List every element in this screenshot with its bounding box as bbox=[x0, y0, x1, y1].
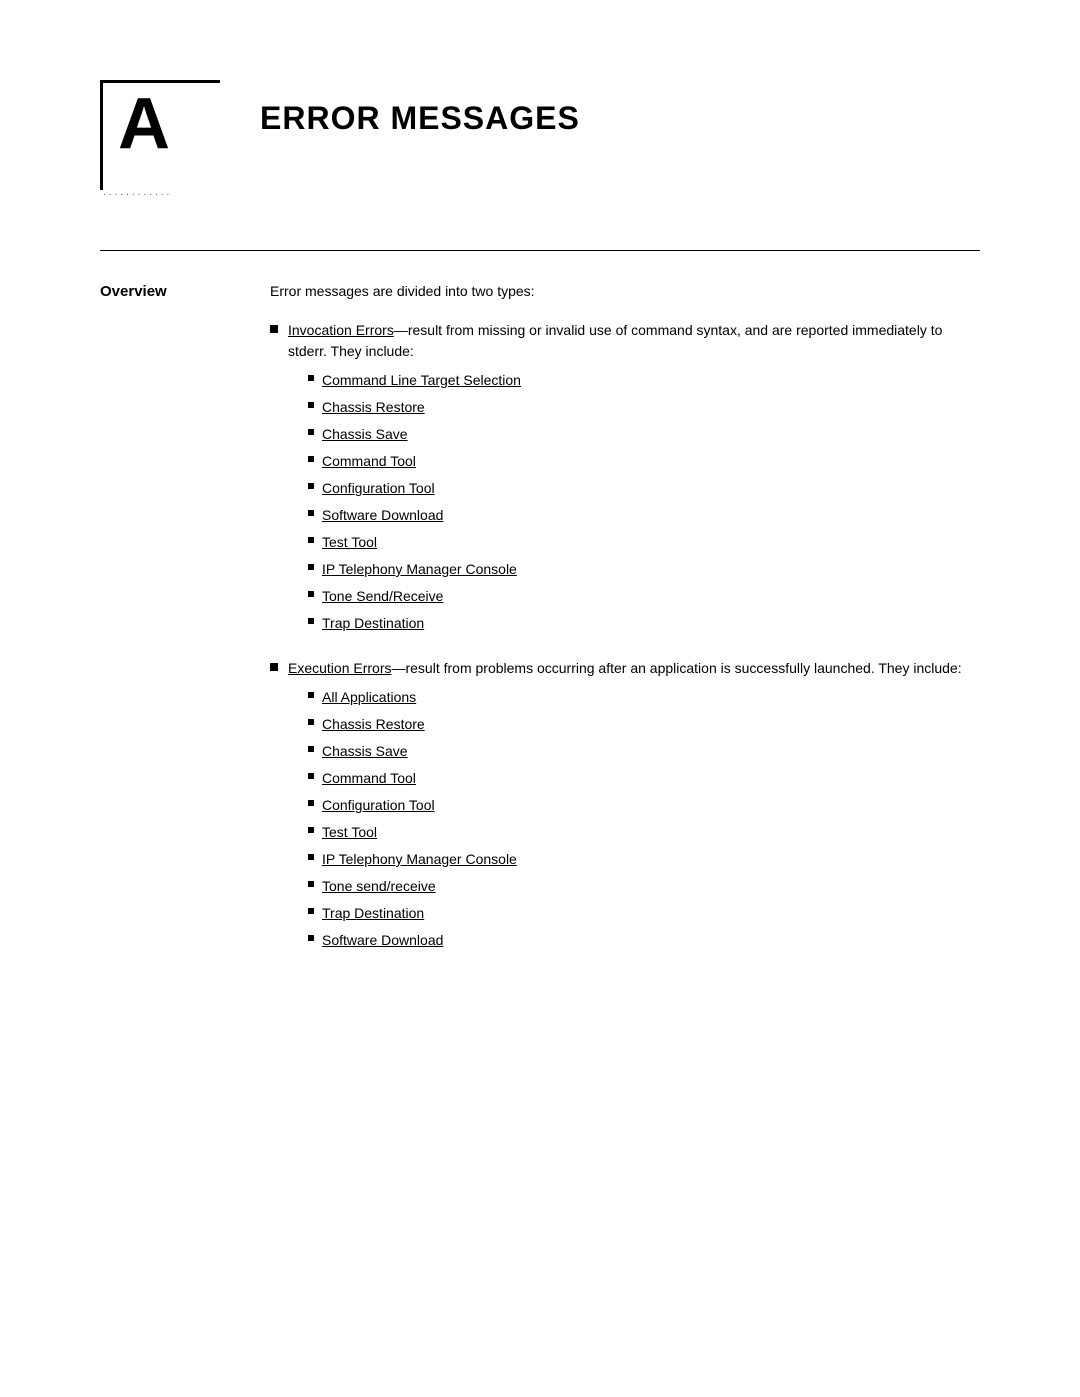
sub-bullet-icon bbox=[308, 800, 314, 806]
chapter-title-block: Error Messages bbox=[260, 80, 580, 137]
invocation-link-4[interactable]: Command Tool bbox=[322, 453, 416, 469]
sub-bullet-icon bbox=[308, 429, 314, 435]
list-item: Command Tool bbox=[308, 451, 980, 472]
execution-link-9[interactable]: Trap Destination bbox=[322, 905, 424, 921]
overview-label: Overview bbox=[100, 283, 167, 300]
invocation-link-9[interactable]: Tone Send/Receive bbox=[322, 588, 443, 604]
execution-content: Execution Errors—result from problems oc… bbox=[288, 658, 980, 959]
sub-bullet-icon bbox=[308, 719, 314, 725]
page: A ............ Error Messages Overview E… bbox=[0, 0, 1080, 1397]
invocation-link-3[interactable]: Chassis Save bbox=[322, 426, 408, 442]
bullet-icon-1 bbox=[270, 325, 278, 333]
sub-bullet-icon bbox=[308, 456, 314, 462]
list-item: IP Telephony Manager Console bbox=[308, 849, 980, 870]
sub-bullet-icon bbox=[308, 908, 314, 914]
execution-errors-link[interactable]: Execution Errors bbox=[288, 660, 391, 676]
invocation-content: Invocation Errors—result from missing or… bbox=[288, 320, 980, 642]
list-item: Tone send/receive bbox=[308, 876, 980, 897]
sub-bullet-icon bbox=[308, 692, 314, 698]
list-item: IP Telephony Manager Console bbox=[308, 559, 980, 580]
execution-sublist: All Applications Chassis Restore Chassis… bbox=[308, 687, 980, 951]
execution-link-7[interactable]: IP Telephony Manager Console bbox=[322, 851, 517, 867]
sub-bullet-icon bbox=[308, 564, 314, 570]
right-column: Error messages are divided into two type… bbox=[270, 281, 980, 971]
list-item: Configuration Tool bbox=[308, 795, 980, 816]
sub-bullet-icon bbox=[308, 746, 314, 752]
sub-bullet-icon bbox=[308, 402, 314, 408]
execution-item: Execution Errors—result from problems oc… bbox=[270, 658, 980, 959]
list-item: Chassis Save bbox=[308, 424, 980, 445]
sub-bullet-icon bbox=[308, 827, 314, 833]
page-title: Error Messages bbox=[260, 100, 580, 137]
chapter-dots: ............ bbox=[103, 187, 172, 198]
list-item: Software Download bbox=[308, 505, 980, 526]
execution-link-8[interactable]: Tone send/receive bbox=[322, 878, 436, 894]
invocation-link-8[interactable]: IP Telephony Manager Console bbox=[322, 561, 517, 577]
list-item: Trap Destination bbox=[308, 903, 980, 924]
invocation-link-5[interactable]: Configuration Tool bbox=[322, 480, 435, 496]
execution-link-4[interactable]: Command Tool bbox=[322, 770, 416, 786]
bullet-icon-2 bbox=[270, 663, 278, 671]
title-suffix: Messages bbox=[390, 100, 579, 136]
sub-bullet-icon bbox=[308, 935, 314, 941]
list-item: Command Line Target Selection bbox=[308, 370, 980, 391]
execution-link-5[interactable]: Configuration Tool bbox=[322, 797, 435, 813]
chapter-letter: A bbox=[118, 88, 170, 160]
invocation-link-10[interactable]: Trap Destination bbox=[322, 615, 424, 631]
execution-link-1[interactable]: All Applications bbox=[322, 689, 416, 705]
list-item: Configuration Tool bbox=[308, 478, 980, 499]
sub-bullet-icon bbox=[308, 591, 314, 597]
sub-bullet-icon bbox=[308, 881, 314, 887]
list-item: Test Tool bbox=[308, 822, 980, 843]
sub-bullet-icon bbox=[308, 537, 314, 543]
sub-bullet-icon bbox=[308, 618, 314, 624]
list-item: Command Tool bbox=[308, 768, 980, 789]
sub-bullet-icon bbox=[308, 854, 314, 860]
invocation-item: Invocation Errors—result from missing or… bbox=[270, 320, 980, 642]
intro-text: Error messages are divided into two type… bbox=[270, 281, 980, 302]
title-prefix: Error bbox=[260, 100, 381, 136]
sub-bullet-icon bbox=[308, 510, 314, 516]
invocation-link-6[interactable]: Software Download bbox=[322, 507, 443, 523]
invocation-link-1[interactable]: Command Line Target Selection bbox=[322, 372, 521, 388]
list-item: Tone Send/Receive bbox=[308, 586, 980, 607]
section-divider bbox=[100, 250, 980, 251]
content-area: Overview Error messages are divided into… bbox=[100, 281, 980, 971]
execution-description: —result from problems occurring after an… bbox=[391, 660, 961, 676]
sub-bullet-icon bbox=[308, 375, 314, 381]
left-column: Overview bbox=[100, 281, 270, 971]
invocation-link-7[interactable]: Test Tool bbox=[322, 534, 377, 550]
chapter-header: A ............ Error Messages bbox=[100, 80, 980, 190]
execution-link-6[interactable]: Test Tool bbox=[322, 824, 377, 840]
execution-link-10[interactable]: Software Download bbox=[322, 932, 443, 948]
invocation-errors-link[interactable]: Invocation Errors bbox=[288, 322, 394, 338]
list-item: Chassis Restore bbox=[308, 714, 980, 735]
list-item: Chassis Restore bbox=[308, 397, 980, 418]
sub-bullet-icon bbox=[308, 773, 314, 779]
list-item: Test Tool bbox=[308, 532, 980, 553]
main-list: Invocation Errors—result from missing or… bbox=[270, 320, 980, 959]
invocation-link-2[interactable]: Chassis Restore bbox=[322, 399, 425, 415]
execution-link-2[interactable]: Chassis Restore bbox=[322, 716, 425, 732]
chapter-marker: A ............ bbox=[100, 80, 220, 190]
list-item: Trap Destination bbox=[308, 613, 980, 634]
execution-link-3[interactable]: Chassis Save bbox=[322, 743, 408, 759]
invocation-sublist: Command Line Target Selection Chassis Re… bbox=[308, 370, 980, 634]
list-item: Software Download bbox=[308, 930, 980, 951]
list-item: Chassis Save bbox=[308, 741, 980, 762]
sub-bullet-icon bbox=[308, 483, 314, 489]
list-item: All Applications bbox=[308, 687, 980, 708]
